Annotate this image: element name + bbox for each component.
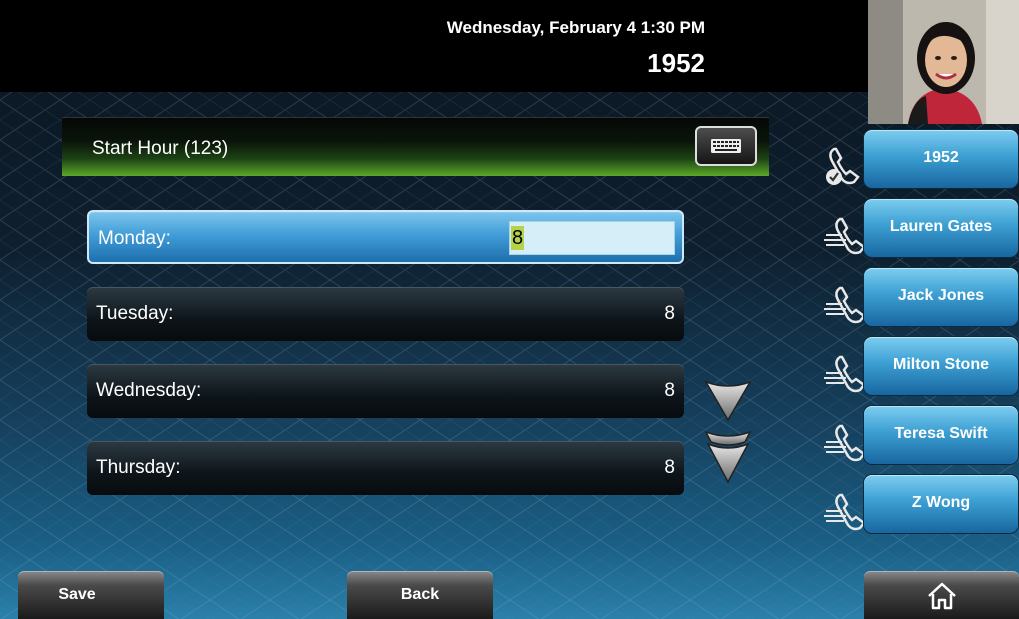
row-wednesday[interactable]: Wednesday: 8 [87,364,684,418]
handset-registered-icon [826,147,860,185]
handset-speeddial-icon [824,217,866,255]
page-title: Start Hour (123) [92,138,229,159]
back-button[interactable]: Back [347,571,493,619]
row-label: Thursday: [96,457,181,478]
row-value: 8 [664,457,675,478]
line-key-label: Milton Stone [893,356,989,373]
line-key-teresa-swift[interactable]: Teresa Swift [864,406,1018,464]
line-key-label: Jack Jones [897,287,985,304]
handset-speeddial-icon [824,286,866,324]
home-button[interactable] [864,571,1019,619]
line-key-label: 1952 [923,149,959,166]
line-key-label: Z Wong [911,494,971,511]
home-icon [928,582,956,610]
row-value: 8 [664,380,675,401]
extension-number: 1952 [647,48,705,78]
field-header: Start Hour (123) [62,117,769,176]
save-label: Save [58,586,96,603]
row-label: Tuesday: [96,303,174,324]
date-time: Wednesday, February 4 1:30 PM [446,18,705,37]
row-thursday[interactable]: Thursday: 8 [87,441,684,495]
phone-screen: Wednesday, February 4 1:30 PM 1952 Start… [0,0,1019,619]
monday-input[interactable]: 8 [509,221,675,255]
line-key-milton-stone[interactable]: Milton Stone [864,337,1018,395]
save-button[interactable]: Save [18,571,164,619]
row-label: Monday: [98,228,171,249]
user-photo [868,0,1019,124]
double-chevron-down-icon[interactable] [703,428,753,486]
line-key-jack-jones[interactable]: Jack Jones [864,268,1018,326]
row-label: Wednesday: [96,380,202,401]
keyboard-button[interactable] [695,126,757,166]
line-key-lauren-gates[interactable]: Lauren Gates [864,199,1018,257]
status-bar: Wednesday, February 4 1:30 PM 1952 [0,0,868,92]
back-label: Back [400,586,440,603]
line-key-label: Lauren Gates [889,218,993,235]
line-key-label: Teresa Swift [894,425,988,442]
handset-speeddial-icon [824,355,866,393]
keyboard-icon [711,139,741,153]
row-value: 8 [664,303,675,324]
row-tuesday[interactable]: Tuesday: 8 [87,287,684,341]
row-monday[interactable]: Monday: 8 [87,210,684,264]
handset-speeddial-icon [824,424,866,462]
monday-value: 8 [511,226,525,250]
line-key-1952[interactable]: 1952 [864,130,1018,188]
chevron-down-icon[interactable] [703,378,753,424]
handset-speeddial-icon [824,493,866,531]
avatar [868,0,1019,124]
line-key-z-wong[interactable]: Z Wong [864,475,1018,533]
